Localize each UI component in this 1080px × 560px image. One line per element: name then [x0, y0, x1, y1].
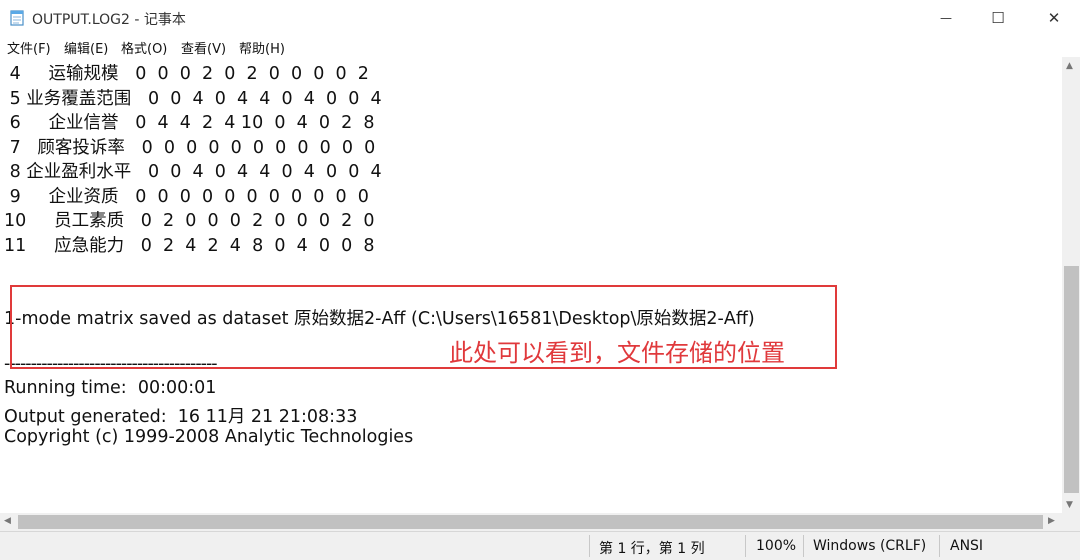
vertical-scroll-thumb[interactable] [1064, 266, 1079, 493]
line-ending: Windows (CRLF) [813, 538, 927, 554]
minimize-button[interactable]: — [920, 0, 972, 36]
scroll-right-icon[interactable]: ▶ [1048, 516, 1055, 526]
status-divider [939, 535, 940, 557]
text-line: 11 应急能力 0 2 4 2 4 8 0 4 0 0 8 [4, 236, 375, 256]
scrollbar-corner [1062, 513, 1080, 531]
menu-file[interactable]: 文件(F) [7, 38, 51, 57]
menu-view[interactable]: 查看(V) [181, 38, 226, 57]
title-bar: OUTPUT.LOG2 - 记事本 — ☐ ✕ [0, 0, 1080, 36]
status-divider [803, 535, 804, 557]
menu-format[interactable]: 格式(O) [121, 38, 167, 57]
text-line: 10 员工素质 0 2 0 0 0 2 0 0 0 2 0 [4, 211, 375, 231]
zoom-level: 100% [756, 538, 797, 554]
maximize-button[interactable]: ☐ [972, 0, 1024, 36]
text-line: 6 企业信誉 0 4 4 2 4 10 0 4 0 2 8 [4, 113, 375, 133]
text-line: 9 企业资质 0 0 0 0 0 0 0 0 0 0 0 [4, 187, 369, 207]
encoding: ANSI [950, 538, 984, 554]
status-divider [589, 535, 590, 557]
text-line: Output generated: 16 11月 21 21:08:33 [4, 407, 358, 427]
maximize-icon: ☐ [991, 9, 1005, 27]
close-icon: ✕ [1047, 9, 1061, 27]
annotation-text: 此处可以看到，文件存储的位置 [449, 339, 785, 367]
menu-edit[interactable]: 编辑(E) [64, 38, 108, 57]
text-line: 4 运输规模 0 0 0 2 0 2 0 0 0 0 2 [4, 64, 369, 84]
window-title: OUTPUT.LOG2 - 记事本 [32, 12, 186, 28]
text-line: 7 顾客投诉率 0 0 0 0 0 0 0 0 0 0 0 [4, 138, 376, 158]
scroll-left-icon[interactable]: ◀ [4, 516, 11, 526]
menu-bar: 文件(F) 编辑(E) 格式(O) 查看(V) 帮助(H) [0, 36, 1080, 57]
status-divider [745, 535, 746, 557]
minimize-icon: — [940, 11, 952, 25]
scroll-up-icon[interactable]: ▲ [1066, 61, 1073, 71]
text-line: Copyright (c) 1999-2008 Analytic Technol… [4, 427, 414, 447]
menu-help[interactable]: 帮助(H) [239, 38, 285, 57]
text-line: 5 业务覆盖范围 0 0 4 0 4 4 0 4 0 0 4 [4, 89, 382, 109]
notepad-icon [10, 10, 24, 26]
text-editor[interactable]: 4 运输规模 0 0 0 2 0 2 0 0 0 0 2 5 业务覆盖范围 0 … [0, 57, 1062, 513]
close-button[interactable]: ✕ [1028, 0, 1080, 36]
text-line: 8 企业盈利水平 0 0 4 0 4 4 0 4 0 0 4 [4, 162, 382, 182]
text-line: Running time: 00:00:01 [4, 378, 217, 398]
scroll-down-icon[interactable]: ▼ [1066, 500, 1073, 510]
status-bar: 第 1 行，第 1 列 100% Windows (CRLF) ANSI [0, 531, 1080, 560]
cursor-position: 第 1 行，第 1 列 [599, 541, 705, 557]
horizontal-scroll-thumb[interactable] [18, 515, 1043, 529]
